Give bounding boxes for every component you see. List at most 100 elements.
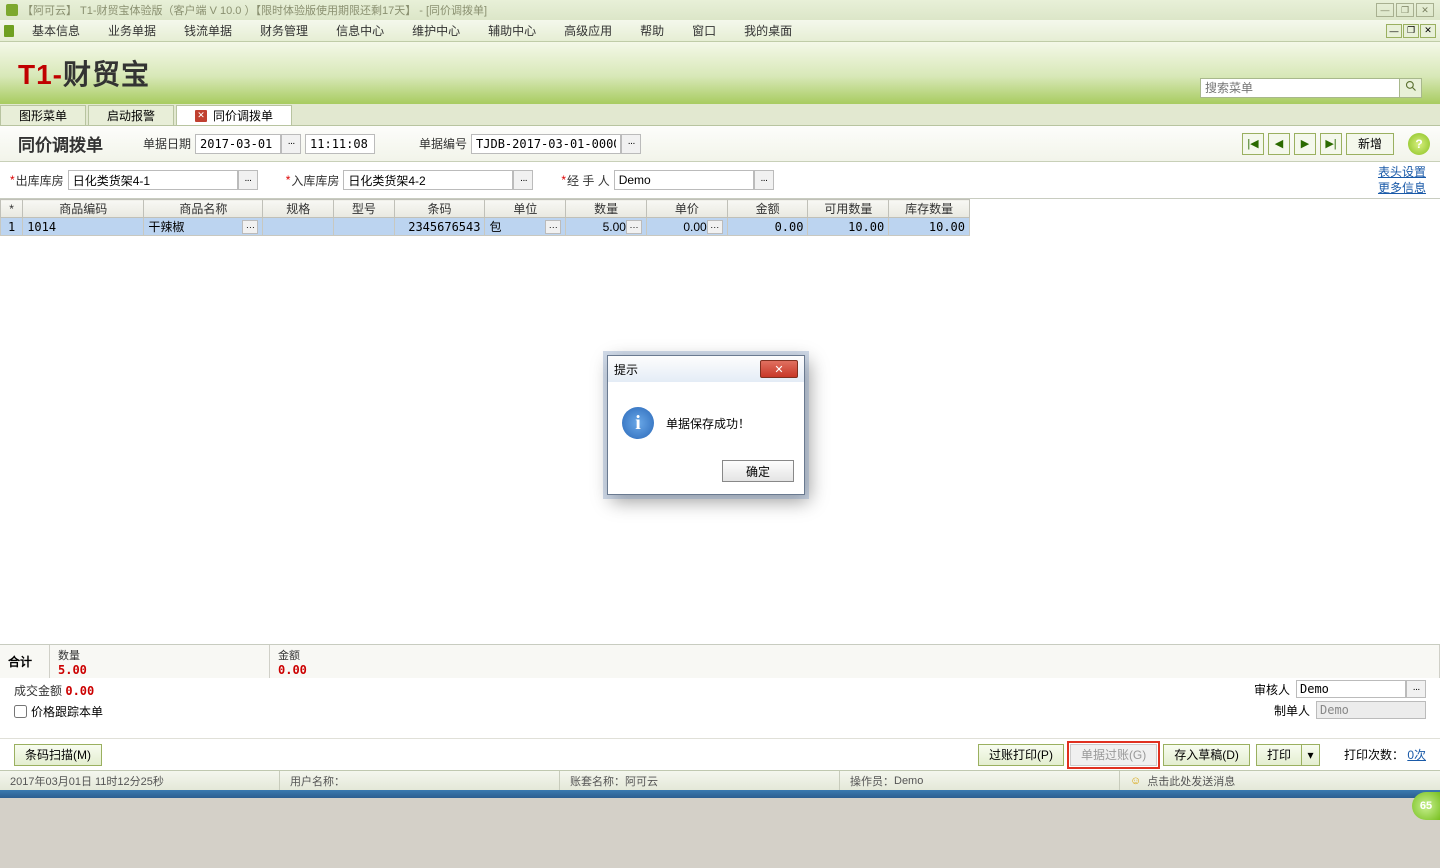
- status-message-link[interactable]: 点击此处发送消息: [1147, 773, 1235, 789]
- status-datetime: 2017年03月01日 11时12分25秒: [0, 771, 280, 790]
- col-code[interactable]: 商品编码: [23, 200, 144, 218]
- cell-picker-icon[interactable]: ···: [242, 220, 258, 234]
- out-warehouse-picker[interactable]: ···: [238, 170, 258, 190]
- col-qty[interactable]: 数量: [566, 200, 647, 218]
- menu-infocenter[interactable]: 信息中心: [322, 20, 398, 41]
- required-marker: *: [286, 173, 291, 187]
- col-avail[interactable]: 可用数量: [808, 200, 889, 218]
- help-button[interactable]: ?: [1408, 133, 1430, 155]
- dialog-title: 提示: [614, 361, 638, 378]
- col-price[interactable]: 单价: [646, 200, 727, 218]
- price-track-label: 价格跟踪本单: [31, 703, 103, 720]
- menu-maintain[interactable]: 维护中心: [398, 20, 474, 41]
- grid-row[interactable]: 1 1014 干辣椒··· 2345676543 包··· 5.00··· 0.…: [1, 218, 970, 236]
- mdi-restore-button[interactable]: ❐: [1403, 24, 1419, 38]
- cell-amount[interactable]: 0.00: [727, 218, 808, 236]
- handler-input[interactable]: [614, 170, 754, 190]
- post-document-button[interactable]: 单据过账(G): [1070, 744, 1157, 766]
- post-print-button[interactable]: 过账打印(P): [978, 744, 1064, 766]
- cell-name[interactable]: 干辣椒···: [144, 218, 263, 236]
- status-operator-value: Demo: [894, 775, 923, 787]
- col-name[interactable]: 商品名称: [144, 200, 263, 218]
- os-taskbar-strip: [0, 790, 1440, 798]
- cell-picker-icon[interactable]: ···: [626, 220, 642, 234]
- barcode-scan-button[interactable]: 条码扫描(M): [14, 744, 102, 766]
- cell-picker-icon[interactable]: ···: [545, 220, 561, 234]
- cell-unit[interactable]: 包···: [485, 218, 566, 236]
- search-input[interactable]: [1200, 78, 1400, 98]
- nav-prev-button[interactable]: ◀: [1268, 133, 1290, 155]
- nav-first-button[interactable]: |◀: [1242, 133, 1264, 155]
- mdi-minimize-button[interactable]: —: [1386, 24, 1402, 38]
- mdi-close-button[interactable]: ✕: [1420, 24, 1436, 38]
- col-unit[interactable]: 单位: [485, 200, 566, 218]
- col-model[interactable]: 型号: [334, 200, 395, 218]
- date-label: 单据日期: [143, 135, 191, 152]
- cell-qty[interactable]: 5.00···: [566, 218, 647, 236]
- menu-desktop[interactable]: 我的桌面: [730, 20, 806, 41]
- auditor-picker[interactable]: ···: [1406, 680, 1426, 698]
- doc-date-input[interactable]: [195, 134, 281, 154]
- cell-avail: 10.00: [808, 218, 889, 236]
- dialog-ok-button[interactable]: 确定: [722, 460, 794, 482]
- menu-search: [1200, 78, 1422, 98]
- save-success-dialog: 提示 ✕ i 单据保存成功！ 确定: [607, 355, 805, 495]
- brand-banner: T1-财贸宝: [0, 42, 1440, 104]
- nav-last-button[interactable]: ▶|: [1320, 133, 1342, 155]
- col-spec[interactable]: 规格: [263, 200, 334, 218]
- window-titlebar: 【阿可云】 T1-财贸宝体验版（客户端 V 10.0 ）【限时体验版使用期限还剩…: [0, 0, 1440, 20]
- out-warehouse-input[interactable]: [68, 170, 238, 190]
- cell-price[interactable]: 0.00···: [646, 218, 727, 236]
- dialog-close-button[interactable]: ✕: [760, 360, 798, 378]
- tab-transfer-doc[interactable]: ✕ 同价调拨单: [176, 105, 292, 125]
- col-marker[interactable]: *: [1, 200, 23, 218]
- tab-startup-alert[interactable]: 启动报警: [88, 105, 174, 125]
- search-icon: [1405, 79, 1417, 97]
- handler-picker[interactable]: ···: [754, 170, 774, 190]
- header-settings-link[interactable]: 表头设置: [1378, 164, 1426, 180]
- tab-graph-menu[interactable]: 图形菜单: [0, 105, 86, 125]
- window-restore-button[interactable]: ❐: [1396, 3, 1414, 17]
- menu-assist[interactable]: 辅助中心: [474, 20, 550, 41]
- doc-number-input[interactable]: [471, 134, 621, 154]
- cell-code[interactable]: 1014: [23, 218, 144, 236]
- auditor-label: 审核人: [1254, 681, 1290, 698]
- date-picker-button[interactable]: ···: [281, 134, 301, 154]
- col-barcode[interactable]: 条码: [394, 200, 485, 218]
- menu-basic-info[interactable]: 基本信息: [18, 20, 94, 41]
- menu-biz-docs[interactable]: 业务单据: [94, 20, 170, 41]
- cell-picker-icon[interactable]: ···: [707, 220, 723, 234]
- menu-cashflow[interactable]: 钱流单据: [170, 20, 246, 41]
- cell-model[interactable]: [334, 218, 395, 236]
- cell-barcode[interactable]: 2345676543: [394, 218, 485, 236]
- action-bar: 条码扫描(M) 过账打印(P) 单据过账(G) 存入草稿(D) 打印 ▾ 打印次…: [0, 738, 1440, 770]
- required-marker: *: [10, 173, 15, 187]
- tab-close-icon[interactable]: ✕: [195, 110, 207, 122]
- search-button[interactable]: [1400, 78, 1422, 98]
- window-close-button[interactable]: ✕: [1416, 3, 1434, 17]
- col-stock[interactable]: 库存数量: [889, 200, 970, 218]
- col-amount[interactable]: 金额: [727, 200, 808, 218]
- menu-window[interactable]: 窗口: [678, 20, 730, 41]
- print-dropdown-button[interactable]: ▾: [1302, 744, 1320, 766]
- more-info-link[interactable]: 更多信息: [1378, 180, 1426, 196]
- doc-time-input[interactable]: [305, 134, 375, 154]
- notification-badge[interactable]: 65: [1412, 792, 1440, 820]
- chevron-down-icon: ▾: [1307, 748, 1313, 762]
- print-button[interactable]: 打印: [1256, 744, 1302, 766]
- menu-finance[interactable]: 财务管理: [246, 20, 322, 41]
- in-warehouse-input[interactable]: [343, 170, 513, 190]
- new-doc-button[interactable]: 新增: [1346, 133, 1394, 155]
- nav-next-button[interactable]: ▶: [1294, 133, 1316, 155]
- window-minimize-button[interactable]: —: [1376, 3, 1394, 17]
- total-qty-label: 数量: [58, 647, 261, 663]
- price-track-checkbox[interactable]: [14, 705, 27, 718]
- cell-spec[interactable]: [263, 218, 334, 236]
- auditor-input[interactable]: [1296, 680, 1406, 698]
- save-draft-button[interactable]: 存入草稿(D): [1163, 744, 1250, 766]
- print-count-value[interactable]: 0次: [1407, 748, 1426, 762]
- menu-help[interactable]: 帮助: [626, 20, 678, 41]
- in-warehouse-picker[interactable]: ···: [513, 170, 533, 190]
- menu-advanced[interactable]: 高级应用: [550, 20, 626, 41]
- docno-picker-button[interactable]: ···: [621, 134, 641, 154]
